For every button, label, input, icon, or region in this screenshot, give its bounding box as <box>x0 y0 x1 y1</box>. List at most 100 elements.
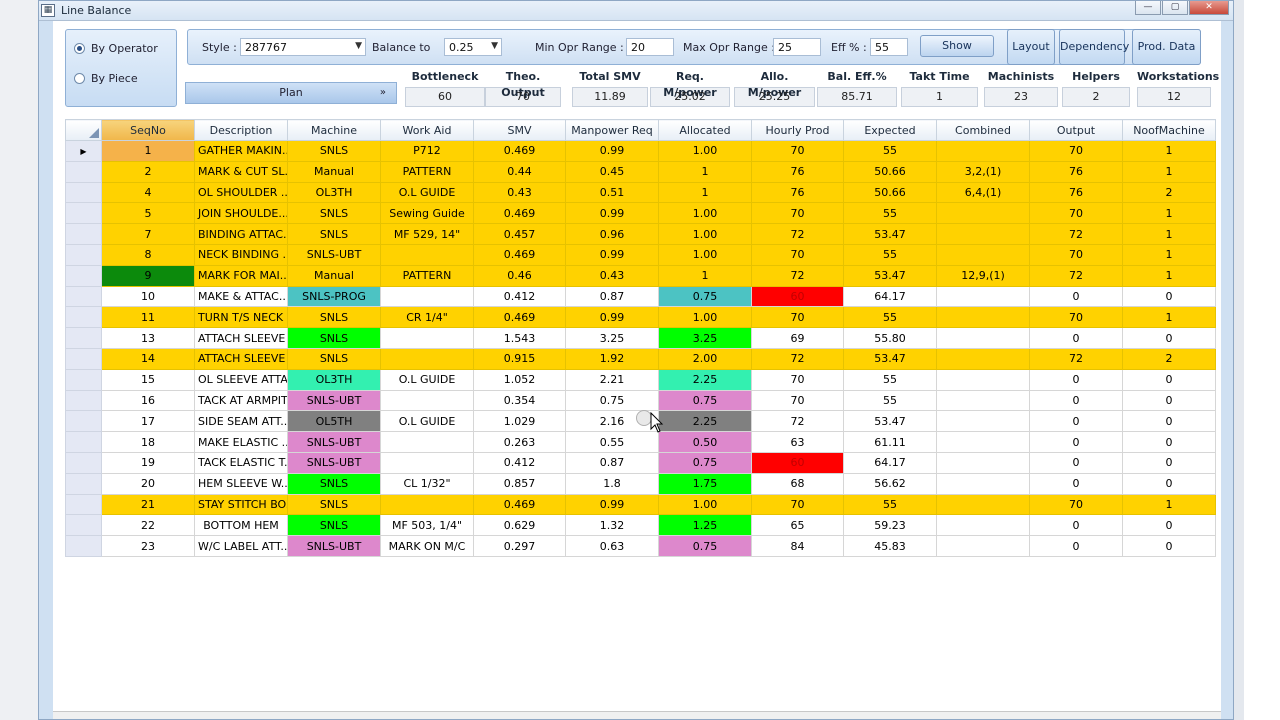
cell-combined[interactable] <box>936 389 1030 412</box>
cell-combined[interactable] <box>936 202 1030 225</box>
cell-description[interactable]: TACK AT ARMPIT <box>194 389 288 412</box>
cell-noofmachine[interactable]: 1 <box>1122 243 1216 266</box>
cell-work-aid[interactable]: P712 <box>380 140 474 162</box>
cell-expected[interactable]: 56.62 <box>843 472 937 495</box>
cell-smv[interactable]: 0.354 <box>473 389 566 412</box>
cell-expected[interactable]: 55 <box>843 389 937 412</box>
cell-smv[interactable]: 0.857 <box>473 472 566 495</box>
cell-smv[interactable]: 0.46 <box>473 264 566 287</box>
cell-allocated[interactable]: 0.75 <box>658 389 752 412</box>
cell-noofmachine[interactable]: 0 <box>1122 451 1216 474</box>
table-row[interactable]: 20 HEM SLEEVE W... SNLS CL 1/32" 0.857 1.8 1.7… <box>65 472 1216 495</box>
cell-allocated[interactable]: 1 <box>658 181 752 204</box>
cell-description[interactable]: MAKE & ATTAC... <box>194 285 288 308</box>
cell-smv[interactable]: 1.052 <box>473 368 566 391</box>
cell-noofmachine[interactable]: 1 <box>1122 306 1216 329</box>
close-icon[interactable]: ✕ <box>1189 1 1229 15</box>
style-combo[interactable]: 287767 ▼ <box>240 38 366 56</box>
cell-machine[interactable]: SNLS-UBT <box>287 243 381 266</box>
cell-allocated[interactable]: 0.75 <box>658 535 752 557</box>
cell-allocated[interactable]: 0.75 <box>658 451 752 474</box>
cell-hourly-prod[interactable]: 72 <box>751 410 844 433</box>
cell-manpower-req[interactable]: 1.32 <box>565 514 659 537</box>
cell-smv[interactable]: 0.43 <box>473 181 566 204</box>
cell-manpower-req[interactable]: 0.51 <box>565 181 659 204</box>
cell-combined[interactable] <box>936 410 1030 433</box>
cell-smv[interactable]: 0.469 <box>473 202 566 225</box>
cell-allocated[interactable]: 2.00 <box>658 347 752 370</box>
cell-noofmachine[interactable]: 0 <box>1122 472 1216 495</box>
cell-expected[interactable]: 50.66 <box>843 160 937 183</box>
cell-noofmachine[interactable]: 0 <box>1122 327 1216 349</box>
column-header[interactable]: Description <box>194 119 288 141</box>
cell-description[interactable]: W/C LABEL ATT... <box>194 535 288 557</box>
cell-description[interactable]: MARK & CUT SL... <box>194 160 288 183</box>
column-header[interactable]: Combined <box>936 119 1030 141</box>
cell-combined[interactable] <box>936 327 1030 349</box>
plan-dropdown[interactable]: Plan » <box>185 82 397 104</box>
cell-machine[interactable]: SNLS <box>287 472 381 495</box>
cell-smv[interactable]: 0.412 <box>473 451 566 474</box>
row-header[interactable] <box>65 160 102 183</box>
table-row[interactable]: 8 NECK BINDING ... SNLS-UBT 0.469 0.99 1.00 70… <box>65 243 1216 266</box>
row-header[interactable] <box>65 306 102 329</box>
cell-work-aid[interactable]: MF 503, 1/4" <box>380 514 474 537</box>
cell-seqno[interactable]: 7 <box>101 223 195 245</box>
cell-noofmachine[interactable]: 2 <box>1122 347 1216 370</box>
cell-machine[interactable]: Manual <box>287 264 381 287</box>
cell-seqno[interactable]: 19 <box>101 451 195 474</box>
cell-combined[interactable]: 6,4,(1) <box>936 181 1030 204</box>
cell-work-aid[interactable]: O.L GUIDE <box>380 181 474 204</box>
row-header[interactable] <box>65 535 102 557</box>
max-opr-input[interactable]: 25 <box>773 38 821 56</box>
cell-allocated[interactable]: 1.25 <box>658 514 752 537</box>
cell-expected[interactable]: 61.11 <box>843 431 937 453</box>
cell-allocated[interactable]: 1 <box>658 160 752 183</box>
row-header[interactable] <box>65 431 102 453</box>
cell-seqno[interactable]: 13 <box>101 327 195 349</box>
cell-work-aid[interactable] <box>380 327 474 349</box>
row-header[interactable] <box>65 264 102 287</box>
table-row[interactable]: ▶ 1 GATHER MAKIN... SNLS P712 0.469 0.99 1.00 70… <box>65 140 1216 162</box>
cell-hourly-prod[interactable]: 70 <box>751 202 844 225</box>
cell-output[interactable]: 72 <box>1029 264 1123 287</box>
cell-output[interactable]: 0 <box>1029 389 1123 412</box>
cell-seqno[interactable]: 9 <box>101 264 195 287</box>
prod-data-button[interactable]: Prod. Data <box>1132 29 1201 65</box>
cell-description[interactable]: ATTACH SLEEVE ... <box>194 347 288 370</box>
cell-description[interactable]: OL SHOULDER ... <box>194 181 288 204</box>
cell-combined[interactable] <box>936 431 1030 453</box>
cell-output[interactable]: 70 <box>1029 140 1123 162</box>
cell-manpower-req[interactable]: 0.99 <box>565 140 659 162</box>
row-header[interactable] <box>65 223 102 245</box>
cell-description[interactable]: ATTACH SLEEVE ... <box>194 327 288 349</box>
cell-seqno[interactable]: 4 <box>101 181 195 204</box>
cell-expected[interactable]: 55 <box>843 368 937 391</box>
cell-description[interactable]: GATHER MAKIN... <box>194 140 288 162</box>
cell-machine[interactable]: OL3TH <box>287 368 381 391</box>
cell-work-aid[interactable]: CR 1/4" <box>380 306 474 329</box>
maximize-icon[interactable]: ▢ <box>1162 1 1188 15</box>
cell-hourly-prod[interactable]: 65 <box>751 514 844 537</box>
radio-icon[interactable] <box>74 73 85 84</box>
cell-combined[interactable] <box>936 472 1030 495</box>
cell-seqno[interactable]: 16 <box>101 389 195 412</box>
cell-combined[interactable] <box>936 140 1030 162</box>
cell-hourly-prod[interactable]: 60 <box>751 451 844 474</box>
cell-manpower-req[interactable]: 0.55 <box>565 431 659 453</box>
cell-noofmachine[interactable]: 0 <box>1122 535 1216 557</box>
minimize-icon[interactable]: — <box>1135 1 1161 15</box>
eff-input[interactable]: 55 <box>870 38 908 56</box>
cell-allocated[interactable]: 1.00 <box>658 493 752 516</box>
cell-noofmachine[interactable]: 1 <box>1122 202 1216 225</box>
table-row[interactable]: 21 STAY STITCH BO... SNLS 0.469 0.99 1.00 70 55… <box>65 493 1216 516</box>
cell-output[interactable]: 76 <box>1029 160 1123 183</box>
table-row[interactable]: 10 MAKE & ATTAC... SNLS-PROG 0.412 0.87 0.75 6… <box>65 285 1216 308</box>
layout-button[interactable]: Layout <box>1007 29 1055 65</box>
cell-output[interactable]: 70 <box>1029 243 1123 266</box>
cell-machine[interactable]: SNLS <box>287 347 381 370</box>
cell-description[interactable]: SIDE SEAM ATT... <box>194 410 288 433</box>
cell-smv[interactable]: 0.469 <box>473 306 566 329</box>
table-row[interactable]: 2 MARK & CUT SL... Manual PATTERN 0.44 0.45 1 7… <box>65 160 1216 183</box>
cell-expected[interactable]: 55 <box>843 243 937 266</box>
